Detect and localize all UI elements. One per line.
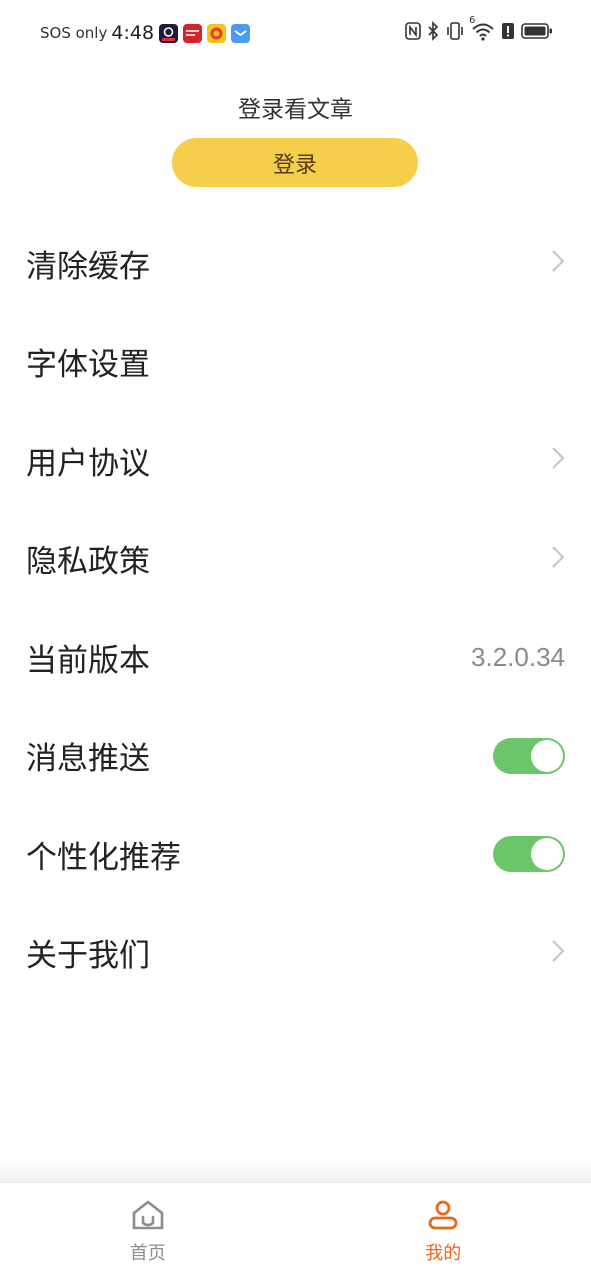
version-value: 3.2.0.34 <box>471 641 565 672</box>
emoji-app-icon <box>207 23 227 43</box>
nfc-icon <box>405 22 421 44</box>
status-bar: SOS only 4:48 6 <box>0 0 591 66</box>
settings-item-font-settings[interactable]: 字体设置 <box>0 313 591 412</box>
clock: 4:48 <box>111 22 155 44</box>
bluetooth-icon <box>427 21 439 45</box>
tab-label: 首页 <box>129 1243 166 1264</box>
tab-mine[interactable]: 我的 <box>296 1183 591 1280</box>
chevron-right-icon <box>551 939 565 967</box>
settings-item-label: 字体设置 <box>26 347 150 384</box>
login-prompt: 登录看文章 <box>238 97 353 123</box>
settings-item-push-notifications: 消息推送 <box>0 707 591 806</box>
alert-icon <box>501 22 515 44</box>
video-app-icon <box>159 23 179 43</box>
battery-icon <box>521 22 553 44</box>
vibrate-icon <box>445 21 465 45</box>
status-bar-right: 6 <box>405 15 553 46</box>
chevron-right-icon <box>551 545 565 573</box>
profile-icon <box>426 1199 460 1235</box>
toggle-knob <box>531 739 563 772</box>
home-icon <box>131 1199 165 1235</box>
status-bar-left: SOS only 4:48 <box>40 20 251 46</box>
settings-item-clear-cache[interactable]: 清除缓存 <box>0 214 591 313</box>
personalized-recommendations-toggle[interactable] <box>493 836 565 873</box>
settings-item-about-us[interactable]: 关于我们 <box>0 904 591 1003</box>
settings-item-label: 消息推送 <box>26 741 150 778</box>
settings-item-label: 隐私政策 <box>26 544 150 581</box>
tab-bar-shadow <box>0 1160 591 1182</box>
push-notifications-toggle[interactable] <box>493 737 565 774</box>
login-button[interactable]: 登录 <box>172 138 418 187</box>
wifi-badge: 6 <box>469 15 476 26</box>
chevron-right-icon <box>551 249 565 277</box>
settings-item-label: 清除缓存 <box>26 248 150 285</box>
toggle-knob <box>531 838 563 871</box>
carrier-text: SOS only <box>40 24 108 42</box>
tab-bar: 首页 我的 <box>0 1182 591 1280</box>
settings-item-current-version: 当前版本 3.2.0.34 <box>0 608 591 707</box>
settings-item-label: 当前版本 <box>26 642 150 679</box>
settings-item-label: 关于我们 <box>26 938 150 975</box>
wifi-icon: 6 <box>469 15 495 45</box>
settings-item-personalized-recommendations: 个性化推荐 <box>0 805 591 904</box>
settings-item-label: 用户协议 <box>26 445 150 482</box>
settings-item-user-agreement[interactable]: 用户协议 <box>0 411 591 510</box>
settings-list: 清除缓存 字体设置 用户协议 隐私政策 当前版本 3.2.0.34 消息推送 个… <box>0 214 591 1002</box>
chevron-right-icon <box>551 446 565 474</box>
message-app-icon <box>231 23 251 43</box>
tab-label: 我的 <box>425 1243 462 1264</box>
settings-item-label: 个性化推荐 <box>26 839 181 876</box>
settings-item-privacy-policy[interactable]: 隐私政策 <box>0 510 591 609</box>
tab-home[interactable]: 首页 <box>0 1183 296 1280</box>
news-app-icon <box>183 23 203 43</box>
